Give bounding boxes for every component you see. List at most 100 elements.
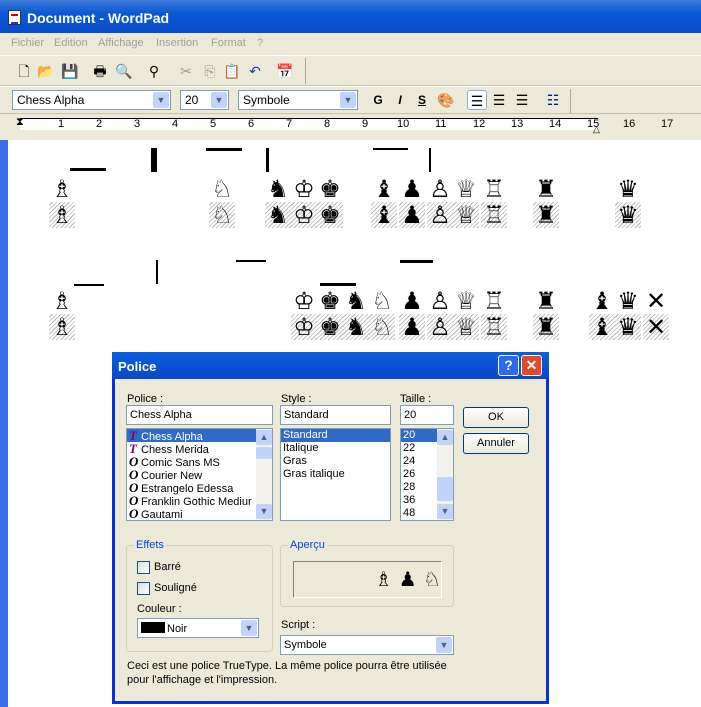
font-list-scrollbar[interactable]: ▲ ▼ bbox=[256, 429, 272, 520]
color-palette-icon[interactable]: 🎨 bbox=[436, 90, 456, 110]
menu-edition[interactable]: Edition bbox=[54, 37, 88, 49]
print-icon[interactable]: 🖶 bbox=[90, 61, 110, 81]
ruler-number: 4 bbox=[172, 118, 179, 130]
align-right-icon[interactable]: ☰ bbox=[512, 90, 532, 110]
close-button[interactable]: ✕ bbox=[521, 355, 542, 376]
align-left-icon[interactable]: ☰ bbox=[467, 90, 487, 110]
font-size-value: 20 bbox=[185, 93, 199, 107]
scroll-thumb[interactable] bbox=[437, 477, 453, 501]
list-item[interactable]: O Comic Sans MS bbox=[127, 455, 272, 469]
ruler-number: 9 bbox=[362, 118, 369, 130]
size-input[interactable]: 20 bbox=[400, 405, 454, 425]
window-title: Document - WordPad bbox=[27, 10, 170, 26]
list-item[interactable]: Gras bbox=[281, 455, 390, 468]
chevron-down-icon[interactable]: ▼ bbox=[436, 637, 452, 653]
menu-affichage[interactable]: Affichage bbox=[98, 37, 144, 49]
script-combo[interactable]: Symbole ▼ bbox=[238, 90, 358, 110]
bold-button[interactable]: G bbox=[368, 90, 388, 110]
scroll-down-button[interactable]: ▼ bbox=[256, 504, 272, 519]
paste-icon[interactable]: 📋 bbox=[222, 61, 242, 81]
white-king-piece: ♔ bbox=[291, 314, 317, 340]
font-name-value: Chess Alpha bbox=[17, 93, 85, 107]
list-item[interactable]: T Chess Alpha bbox=[127, 429, 272, 443]
find-icon[interactable]: ⚲ bbox=[144, 61, 164, 81]
font-info-text: pour l'affichage et l'impression. bbox=[127, 674, 278, 686]
undo-icon[interactable]: ↶ bbox=[245, 61, 265, 81]
white-knight-piece: ♘ bbox=[209, 202, 235, 228]
menu-fichier[interactable]: Fichier bbox=[11, 37, 44, 49]
white-bishop-piece: ♗ bbox=[49, 314, 75, 340]
font-list[interactable]: T Chess Alpha T Chess Merida O Comic Sans MS O… bbox=[126, 428, 273, 521]
ok-button[interactable]: OK bbox=[463, 407, 529, 428]
list-item[interactable]: O Franklin Gothic Mediur bbox=[127, 494, 272, 508]
print-preview-icon[interactable]: 🔍 bbox=[114, 61, 134, 81]
black-queen-piece: ♛ bbox=[617, 287, 639, 315]
menu-help[interactable]: ? bbox=[257, 37, 263, 49]
open-icon[interactable]: 📂 bbox=[36, 61, 56, 81]
italic-button[interactable]: I bbox=[390, 90, 410, 110]
font-name-input[interactable]: Chess Alpha bbox=[126, 405, 273, 425]
ruler-number: 7 bbox=[286, 118, 293, 130]
list-item[interactable]: O Gautami bbox=[127, 507, 272, 520]
list-item[interactable]: Gras italique bbox=[281, 468, 390, 481]
underline-checkbox[interactable] bbox=[137, 582, 150, 595]
chevron-down-icon[interactable]: ▼ bbox=[211, 92, 227, 108]
scroll-thumb[interactable] bbox=[256, 447, 272, 459]
style-list[interactable]: Standard Italique Gras Gras italique bbox=[280, 428, 391, 521]
ruler[interactable]: ⧗ 1 2 3 4 5 6 7 8 9 10 11 12 13 14 15 16… bbox=[0, 114, 701, 138]
white-pawn-piece: ♙ bbox=[429, 175, 451, 203]
black-bishop-piece: ♝ bbox=[591, 287, 613, 315]
style-input[interactable]: Standard bbox=[280, 405, 391, 425]
script-value: Symbole bbox=[243, 93, 290, 107]
script-label: Script : bbox=[281, 619, 316, 631]
list-item[interactable]: O Estrangelo Edessa bbox=[127, 481, 272, 495]
ruler-number: 6 bbox=[248, 118, 255, 130]
cross-piece: ✕ bbox=[645, 287, 667, 315]
right-margin-marker-icon[interactable]: △ bbox=[593, 124, 600, 135]
list-item[interactable]: Standard bbox=[281, 429, 390, 442]
save-icon[interactable]: 💾 bbox=[60, 61, 80, 81]
chevron-down-icon[interactable]: ▼ bbox=[340, 92, 356, 108]
font-info-text: Ceci est une police TrueType. La même po… bbox=[127, 660, 447, 672]
list-item-label: 26 bbox=[403, 468, 416, 480]
help-button[interactable]: ? bbox=[498, 355, 519, 376]
scroll-down-button[interactable]: ▼ bbox=[437, 504, 453, 519]
list-item[interactable]: O Courier New bbox=[127, 468, 272, 482]
bullets-icon[interactable]: ☷ bbox=[543, 90, 563, 110]
size-list-scrollbar[interactable]: ▲ ▼ bbox=[437, 429, 453, 520]
menu-format[interactable]: Format bbox=[211, 37, 246, 49]
black-bishop-piece: ♝ bbox=[371, 202, 397, 228]
underline-button[interactable]: S bbox=[412, 90, 432, 110]
white-queen-piece: ♕ bbox=[453, 202, 479, 228]
ruler-number: 17 bbox=[661, 118, 674, 130]
chevron-down-icon[interactable]: ▼ bbox=[153, 92, 169, 108]
copy-icon[interactable]: ⎘ bbox=[200, 61, 220, 81]
strikethrough-checkbox[interactable] bbox=[137, 561, 150, 574]
align-center-icon[interactable]: ☰ bbox=[489, 90, 509, 110]
cut-icon[interactable]: ✂ bbox=[176, 61, 196, 81]
list-item[interactable]: T Chess Merida bbox=[127, 442, 272, 456]
white-pawn-piece: ♙ bbox=[427, 202, 453, 228]
white-rook-piece: ♖ bbox=[481, 314, 507, 340]
font-name-combo[interactable]: Chess Alpha ▼ bbox=[12, 90, 171, 110]
color-select[interactable]: Noir ▼ bbox=[137, 618, 259, 638]
format-toolbar: Chess Alpha ▼ 20 ▼ Symbole ▼ G I S 🎨 ☰ ☰ ☰ … bbox=[0, 86, 701, 114]
ruler-number: 1 bbox=[58, 118, 65, 130]
ruler-number: 3 bbox=[134, 118, 141, 130]
white-bishop-piece: ♗ bbox=[51, 287, 73, 315]
white-queen-piece: ♕ bbox=[453, 314, 479, 340]
script-select[interactable]: Symbole ▼ bbox=[280, 635, 454, 655]
menu-insertion[interactable]: Insertion bbox=[156, 37, 198, 49]
scroll-up-button[interactable]: ▲ bbox=[437, 430, 453, 445]
indent-marker-icon[interactable]: ⧗ bbox=[16, 116, 24, 129]
date-time-icon[interactable]: 📅 bbox=[275, 61, 295, 81]
window-border bbox=[0, 140, 8, 707]
font-size-combo[interactable]: 20 ▼ bbox=[180, 90, 229, 110]
list-item[interactable]: Italique bbox=[281, 442, 390, 455]
size-list[interactable]: 20 22 24 26 28 36 48 ▲ ▼ bbox=[400, 428, 454, 521]
list-item-label: 28 bbox=[403, 481, 416, 493]
new-icon[interactable]: 🗋 bbox=[14, 61, 34, 81]
scroll-up-button[interactable]: ▲ bbox=[256, 430, 272, 445]
chevron-down-icon[interactable]: ▼ bbox=[241, 620, 257, 636]
cancel-button[interactable]: Annuler bbox=[463, 433, 529, 454]
